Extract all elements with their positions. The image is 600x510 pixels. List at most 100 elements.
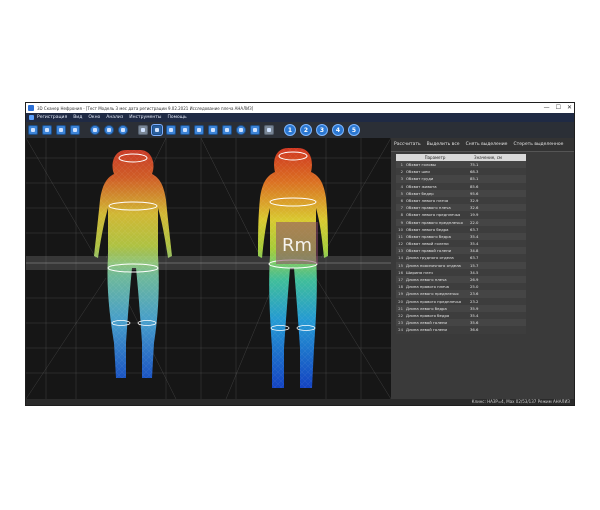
table-row[interactable]: 8 Обхват левого предплечья 19.9	[396, 211, 526, 219]
row-number: 4	[400, 183, 403, 189]
table-row[interactable]: 6 Обхват левого плеча 32.9	[396, 196, 526, 205]
row-parameter: Длина правого бедра	[406, 312, 450, 318]
table-row[interactable]: 1 Обхват головы 75.1	[396, 161, 526, 169]
row-parameter: Длина правого плеча	[406, 284, 449, 290]
view-2-button[interactable]: 2	[300, 124, 312, 136]
erase-selected-button[interactable]: Стереть выделенное	[513, 142, 563, 147]
mesh-icon[interactable]	[138, 125, 148, 135]
export-icon[interactable]	[70, 125, 80, 135]
table-row[interactable]: 16 Ширина плеч 34.5	[396, 268, 526, 276]
table-row[interactable]: 17 Длина левого плеча 26.9	[396, 276, 526, 284]
row-number: 23	[398, 320, 403, 326]
scan-icon[interactable]	[118, 125, 128, 135]
row-value: 32.9	[470, 197, 479, 203]
title-bar: 3D Сканер Нефрония - [Тест Модель 3 мес …	[26, 103, 574, 113]
new-file-icon[interactable]	[28, 125, 38, 135]
grid-icon[interactable]	[180, 125, 190, 135]
maximize-icon[interactable]: ☐	[556, 103, 561, 113]
measurements-panel: Рассчитать Выделить все Снять выделение …	[391, 138, 574, 399]
status-bar: Клинс: НАЗР=4, Мах 02/53/137 Режим АНАЛИ…	[26, 399, 574, 405]
table-row[interactable]: 11 Обхват правого бедра 35.4	[396, 232, 526, 241]
table-row[interactable]: 13 Обхват правой голени 34.8	[396, 247, 526, 255]
table-row[interactable]: 9 Обхват правого предплечья 22.0	[396, 218, 526, 226]
settings-icon[interactable]	[90, 125, 100, 135]
row-value: 63.7	[470, 255, 479, 261]
row-value: 35.4	[470, 233, 479, 239]
slice-icon[interactable]	[222, 125, 232, 135]
save-icon[interactable]	[56, 125, 66, 135]
close-icon[interactable]: ✕	[567, 103, 572, 113]
table-row[interactable]: 7 Обхват правого плеча 32.6	[396, 204, 526, 212]
menu-help[interactable]: Помощь	[167, 115, 186, 120]
row-number: 7	[400, 205, 403, 211]
view-5-button[interactable]: 5	[348, 124, 360, 136]
calculate-button[interactable]: Рассчитать	[394, 142, 421, 147]
table-row[interactable]: 2 Обхват шеи 68.3	[396, 168, 526, 176]
body-front-icon[interactable]	[166, 125, 176, 135]
table-row[interactable]: 3 Обхват груди 85.1	[396, 175, 526, 183]
row-parameter: Длина левого плеча	[406, 277, 447, 282]
table-row[interactable]: 21 Длина левого бедра 35.9	[396, 304, 526, 312]
table-row[interactable]: 23 Длина левой голени 35.6	[396, 319, 526, 327]
row-parameter: Обхват левой голени	[406, 241, 449, 247]
3d-viewport[interactable]: Rm	[26, 138, 391, 399]
row-number: 14	[398, 255, 403, 261]
table-row[interactable]: 19 Длина левого предплечья 23.6	[396, 290, 526, 298]
table-body: 1 Обхват головы 75.1 2 Обхват шеи 68.3 3 Обхват…	[396, 161, 526, 334]
rotate-icon[interactable]	[104, 125, 114, 135]
toolbar: 1 2 3 4 5	[26, 122, 574, 138]
table-row[interactable]: 14 Длина грудного отдела 63.7	[396, 254, 526, 262]
window-controls: — ☐ ✕	[544, 103, 572, 113]
row-value: 23.2	[470, 298, 479, 304]
row-number: 3	[400, 176, 403, 182]
row-number: 1	[400, 162, 403, 167]
layers-icon[interactable]	[208, 125, 218, 135]
table-row[interactable]: 15 Длина поясничного отдела 15.7	[396, 261, 526, 269]
row-value: 32.6	[470, 205, 479, 211]
row-value: 35.6	[470, 320, 479, 326]
open-folder-icon[interactable]	[42, 125, 52, 135]
view-1-button[interactable]: 1	[284, 124, 296, 136]
row-value: 26.9	[470, 277, 479, 282]
row-value: 15.7	[470, 262, 479, 268]
view-3-button[interactable]: 3	[316, 124, 328, 136]
row-value: 95.6	[470, 190, 479, 196]
select-all-button[interactable]: Выделить все	[427, 142, 460, 147]
table-row[interactable]: 24 Длина левой голени 36.6	[396, 326, 526, 334]
table-row[interactable]: 10 Обхват левого бедра 63.7	[396, 225, 526, 233]
deselect-button[interactable]: Снять выделение	[466, 142, 508, 147]
table-row[interactable]: 12 Обхват левой голени 35.4	[396, 240, 526, 248]
menu-analysis[interactable]: Анализ	[106, 115, 123, 120]
row-value: 85.1	[470, 176, 479, 182]
measure-icon[interactable]	[194, 125, 204, 135]
zoom-icon[interactable]	[236, 125, 246, 135]
compare-icon[interactable]	[250, 125, 260, 135]
table-row[interactable]: 5 Обхват бедер 95.6	[396, 189, 526, 197]
row-parameter: Обхват шеи	[406, 169, 430, 175]
menu-window[interactable]: Окно	[88, 115, 100, 120]
body-icon[interactable]	[151, 124, 163, 136]
menu-view[interactable]: Вид	[73, 115, 82, 120]
row-number: 20	[398, 298, 403, 304]
table-row[interactable]: 22 Длина правого бедра 35.4	[396, 311, 526, 320]
menu-registration[interactable]: Регистрация	[37, 115, 67, 120]
row-value: 19.9	[470, 212, 479, 218]
table-row[interactable]: 18 Длина правого плеча 25.0	[396, 283, 526, 291]
value-column-header: Значение, см	[474, 155, 502, 160]
row-value: 22.0	[470, 219, 479, 225]
table-row[interactable]: 20 Длина правого предплечья 23.2	[396, 297, 526, 305]
table-row[interactable]: 4 Обхват живота 85.6	[396, 182, 526, 190]
row-value: 68.3	[470, 169, 479, 175]
view-4-button[interactable]: 4	[332, 124, 344, 136]
menu-tools[interactable]: Инструменты	[129, 115, 161, 120]
row-number: 8	[400, 212, 403, 218]
row-parameter: Обхват левого плеча	[406, 197, 449, 203]
row-parameter: Длина левого бедра	[406, 305, 447, 311]
row-number: 2	[400, 169, 403, 175]
row-value: 34.8	[470, 248, 479, 254]
row-parameter: Обхват правого бедра	[406, 233, 451, 239]
minimize-icon[interactable]: —	[544, 103, 550, 113]
row-number: 12	[398, 241, 403, 247]
row-value: 34.5	[470, 269, 479, 275]
camera-icon[interactable]	[264, 125, 274, 135]
